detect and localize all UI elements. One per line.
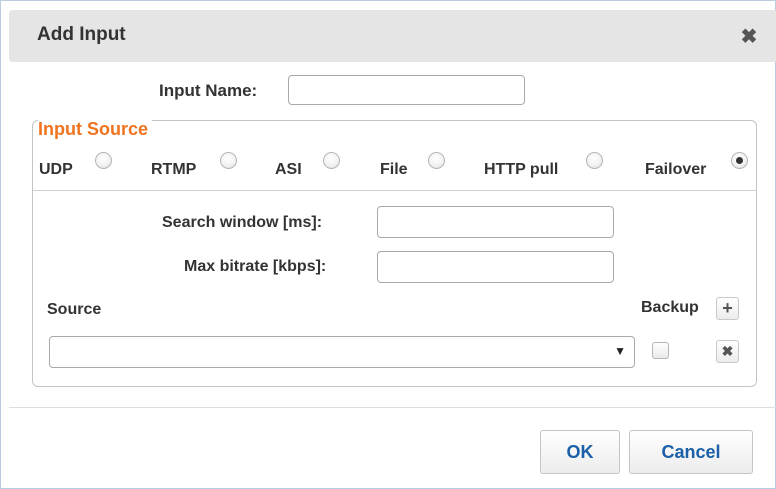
input-source-legend: Input Source xyxy=(38,119,153,140)
dialog-title: Add Input xyxy=(37,24,126,45)
max-bitrate-field[interactable] xyxy=(377,251,614,283)
option-file-label: File xyxy=(380,161,408,178)
input-name-field[interactable] xyxy=(288,75,525,105)
option-failover-label: Failover xyxy=(645,161,707,178)
ok-button[interactable]: OK xyxy=(540,430,620,474)
option-http-pull-radio[interactable] xyxy=(586,152,603,169)
backup-column-header: Backup xyxy=(641,299,699,316)
input-name-label: Input Name: xyxy=(159,81,258,100)
options-divider xyxy=(33,190,756,191)
backup-checkbox[interactable] xyxy=(652,342,669,359)
option-asi-radio[interactable] xyxy=(323,152,340,169)
max-bitrate-label: Max bitrate [kbps]: xyxy=(184,258,327,275)
close-icon[interactable]: ✖ xyxy=(734,21,764,51)
option-asi-label: ASI xyxy=(275,161,302,178)
add-input-dialog: Add Input ✖ Input Name: Input Source UDP… xyxy=(0,0,776,489)
option-udp-radio[interactable] xyxy=(95,152,112,169)
option-failover-radio[interactable] xyxy=(731,152,748,169)
source-column-header: Source xyxy=(47,301,102,318)
plus-icon[interactable]: + xyxy=(716,297,739,320)
option-file-radio[interactable] xyxy=(428,152,445,169)
footer-divider xyxy=(9,407,776,408)
cancel-button[interactable]: Cancel xyxy=(629,430,753,474)
search-window-field[interactable] xyxy=(377,206,614,238)
source-select[interactable]: ▼ xyxy=(49,336,635,368)
option-http-pull-label: HTTP pull xyxy=(484,161,559,178)
option-rtmp-radio[interactable] xyxy=(220,152,237,169)
close-x-icon[interactable]: ✖ xyxy=(716,340,739,363)
option-udp-label: UDP xyxy=(39,161,73,178)
dropdown-arrow-icon: ▼ xyxy=(614,344,626,358)
search-window-label: Search window [ms]: xyxy=(162,214,323,231)
option-rtmp-label: RTMP xyxy=(151,161,197,178)
dialog-titlebar: Add Input xyxy=(9,10,776,62)
